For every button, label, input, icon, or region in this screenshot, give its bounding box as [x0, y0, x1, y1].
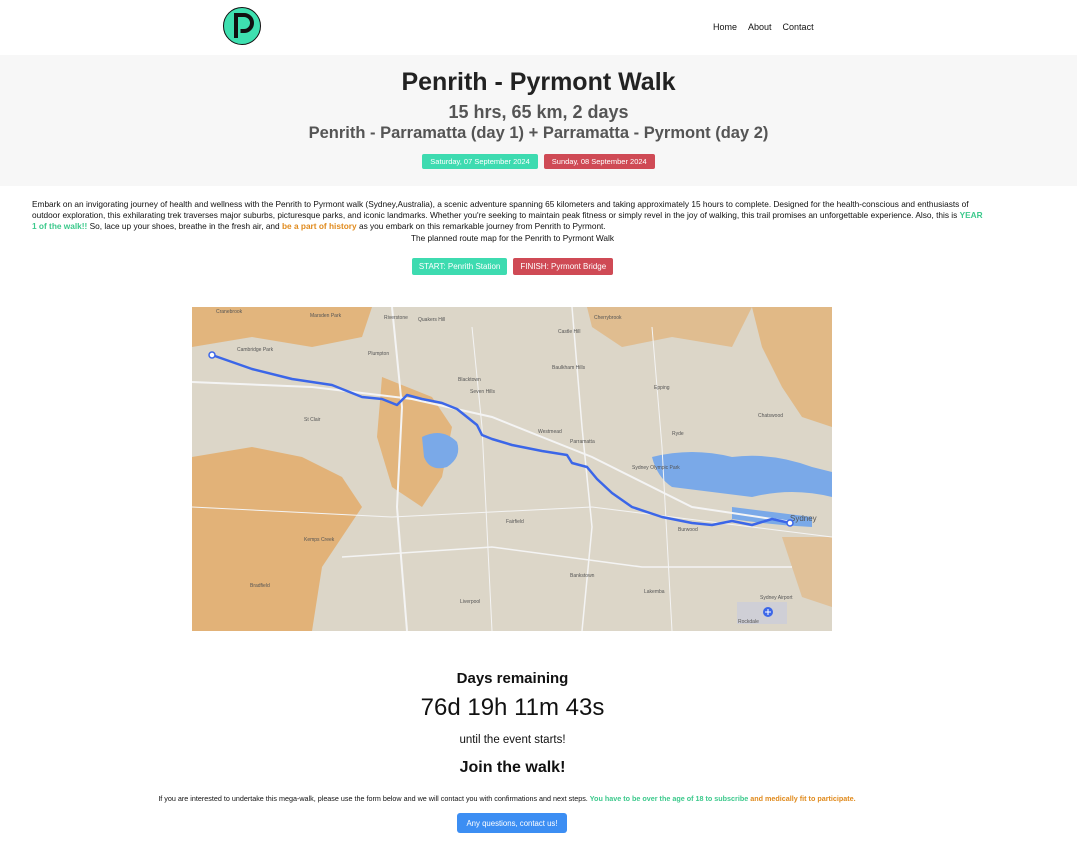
map-place-label: Marsden Park	[310, 313, 342, 319]
date-badge-day2: Sunday, 08 September 2024	[543, 154, 655, 169]
map-place-label: Epping	[654, 385, 670, 391]
map-place-label: Quakers Hill	[418, 317, 445, 323]
age-requirement: You have to be over the age of 18 to sub…	[589, 794, 749, 803]
map-place-label: St Clair	[304, 417, 321, 423]
top-navbar: Home About Contact	[0, 0, 1077, 55]
map-place-label: Riverstone	[384, 315, 408, 321]
contact-us-button[interactable]: Any questions, contact us!	[457, 813, 567, 833]
map-place-label: Ryde	[672, 431, 684, 437]
route-start-marker[interactable]	[208, 351, 216, 359]
map-place-label: Sydney Airport	[760, 595, 793, 601]
map-place-label: Fairfield	[506, 519, 524, 525]
date-badge-day1: Saturday, 07 September 2024	[422, 154, 538, 169]
map-place-label: Bradfield	[250, 583, 270, 589]
countdown-timer: 76d 19h 11m 43s	[420, 694, 605, 721]
page-title: Penrith - Pyrmont Walk	[401, 68, 676, 96]
intro-text-2: So, lace up your shoes, breathe in the f…	[87, 221, 282, 231]
date-badges: Saturday, 07 September 2024 Sunday, 08 S…	[0, 154, 1077, 169]
map-place-label: Sydney	[790, 514, 817, 523]
map-place-label: Cherrybrook	[594, 315, 622, 321]
logo[interactable]	[223, 7, 261, 45]
finish-badge: FINISH: Pyrmont Bridge	[513, 258, 614, 275]
map-place-label: Rockdale	[738, 619, 759, 625]
map-place-label: Blacktown	[458, 377, 481, 383]
map-place-label: Bankstown	[570, 573, 595, 579]
countdown-subtext: until the event starts!	[459, 734, 566, 746]
intro-paragraph: Embark on an invigorating journey of hea…	[32, 199, 984, 232]
intro-text-3: as you embark on this remarkable journey…	[356, 221, 606, 231]
route-days: Penrith - Parramatta (day 1) + Parramatt…	[308, 124, 769, 142]
map-place-label: Kemps Creek	[304, 537, 335, 543]
map-caption: The planned route map for the Penrith to…	[410, 233, 615, 243]
route-badges: START: Penrith Station FINISH: Pyrmont B…	[0, 258, 1025, 275]
route-map[interactable]: Cranebrook Cambridge Park Kemps Creek Marsd…	[192, 307, 832, 631]
airport-pin-icon	[763, 607, 773, 617]
map-place-label: Sydney Olympic Park	[632, 465, 680, 471]
map-place-label: Castle Hill	[558, 329, 581, 335]
signup-info-text: If you are interested to undertake this …	[158, 794, 590, 803]
days-remaining-heading: Days remaining	[456, 670, 569, 687]
signup-info: If you are interested to undertake this …	[0, 794, 1014, 803]
start-badge: START: Penrith Station	[411, 258, 508, 275]
walk-summary: 15 hrs, 65 km, 2 days	[448, 102, 629, 122]
nav-menu: Home About Contact	[713, 22, 814, 32]
nav-link-about[interactable]: About	[748, 22, 772, 32]
map-place-label: Seven Hills	[470, 389, 496, 395]
map-place-label: Burwood	[678, 527, 698, 533]
history-highlight: be a part of history	[281, 221, 357, 231]
route-map-svg: Cranebrook Cambridge Park Kemps Creek Marsd…	[192, 307, 832, 631]
route-end-marker[interactable]	[786, 519, 794, 527]
nav-link-contact[interactable]: Contact	[783, 22, 814, 32]
intro-text-1: Embark on an invigorating journey of hea…	[32, 199, 969, 220]
nav-link-home[interactable]: Home	[713, 22, 737, 32]
fitness-requirement: and medically fit to participate.	[748, 794, 856, 803]
hero-section: Penrith - Pyrmont Walk 15 hrs, 65 km, 2 …	[0, 55, 1077, 186]
logo-p-icon	[234, 13, 254, 38]
map-place-label: Baulkham Hills	[552, 365, 586, 371]
map-place-label: Westmead	[538, 429, 562, 435]
map-place-label: Cranebrook	[216, 309, 243, 315]
map-place-label: Plumpton	[368, 351, 389, 357]
map-place-label: Liverpool	[460, 599, 480, 605]
map-place-label: Cambridge Park	[237, 347, 274, 353]
map-place-label: Parramatta	[570, 439, 595, 445]
map-place-label: Chatswood	[758, 413, 783, 419]
join-heading: Join the walk!	[459, 759, 566, 776]
map-place-label: Lakemba	[644, 589, 665, 595]
